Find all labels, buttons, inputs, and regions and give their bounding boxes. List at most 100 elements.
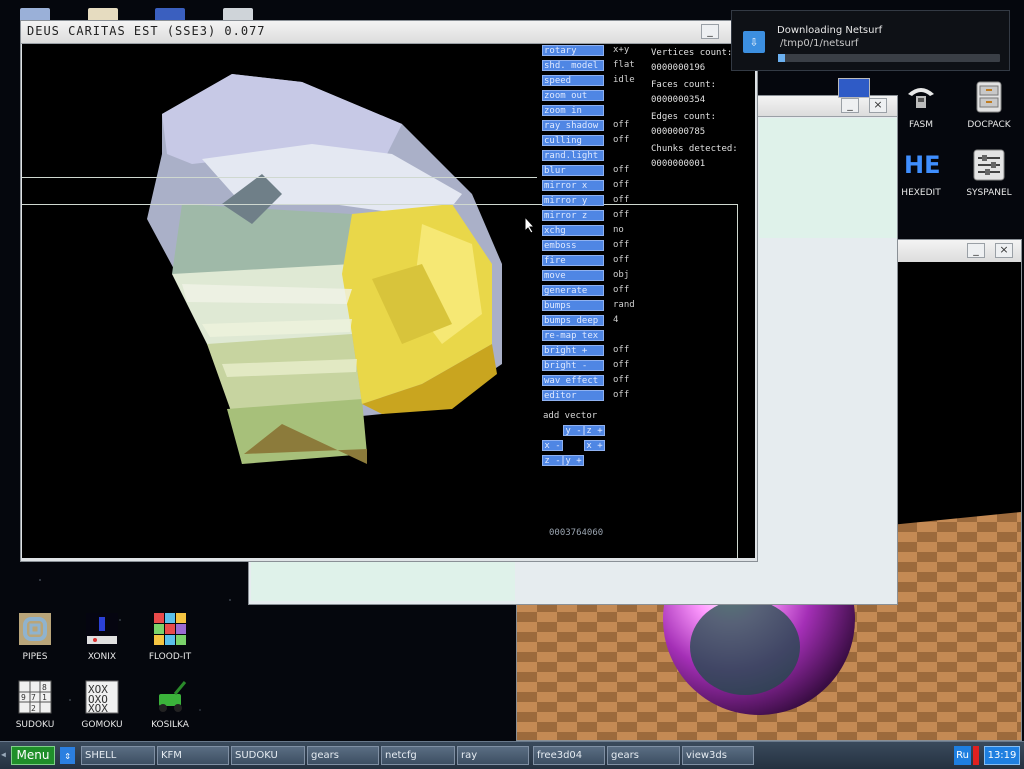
guide-line-2 [22,204,738,205]
menu-button-ray-shadow[interactable]: ray shadow [542,120,604,131]
taskbar-item[interactable]: ray [457,746,529,765]
gomoku-label: GOMOKU [81,720,123,730]
menu-button-zoom-in[interactable]: zoom in [542,105,604,116]
faces-label: Faces count: [651,80,717,90]
clock[interactable]: 13:19 [984,746,1020,765]
taskbar-scroll-left-icon[interactable]: ◀ [1,750,6,759]
menu-button-mirror-y[interactable]: mirror y [542,195,604,206]
edges-value: 0000000785 [651,127,706,137]
taskbar-item[interactable]: SUDOKU [231,746,305,765]
svg-text:1: 1 [42,693,47,702]
notification-title: Downloading Netsurf [777,25,883,36]
menu-button-bright[interactable]: bright + [542,345,604,356]
menu-value: flat [613,60,635,70]
download-notification[interactable]: ⇩ Downloading Netsurf /tmp0/1/netsurf [731,10,1010,71]
menu-button-editor[interactable]: editor [542,390,604,401]
vector-x-minus-button[interactable]: x - [542,440,563,451]
taskbar-item[interactable]: gears [307,746,379,765]
menu-button-move[interactable]: move [542,270,604,281]
menu-button-zoom-out[interactable]: zoom out [542,90,604,101]
menu-value: off [613,390,630,400]
taskbar-item[interactable]: KFM [157,746,229,765]
menu-button[interactable]: Menu [11,746,55,765]
floodit-icon [153,612,187,646]
xonix-icon [85,612,119,646]
bg-minimize-button[interactable]: _ [841,98,859,113]
svg-text:2: 2 [31,704,36,713]
desktop-icon-syspanel[interactable]: SYSPANEL [954,148,1024,198]
menu-value: off [613,210,630,220]
taskbar-item[interactable]: gears [607,746,680,765]
menu-button-bright[interactable]: bright - [542,360,604,371]
taskbar-item[interactable]: free3d04 [533,746,605,765]
menu-button-culling[interactable]: culling [542,135,604,146]
menu-value: off [613,255,630,265]
download-icon: ⇩ [743,31,765,53]
main-window-titlebar[interactable]: DEUS CARITAS EST (SSE3) 0.077 _ [21,21,757,44]
menu-button-speed[interactable]: speed [542,75,604,86]
gomoku-icon: XOX OXO XOX [85,680,119,715]
menu-button-mirror-z[interactable]: mirror z [542,210,604,221]
menu-value: rand [613,300,635,310]
taskbar-item[interactable]: netcfg [381,746,455,765]
menu-button-rotary[interactable]: rotary [542,45,604,56]
menu-button-fire[interactable]: fire [542,255,604,266]
language-indicator[interactable]: Ru [954,746,971,765]
vector-z-plus-button[interactable]: z + [584,425,605,436]
vector-z-minus-button[interactable]: z - [542,455,563,466]
menu-button-emboss[interactable]: emboss [542,240,604,251]
desktop-icon-kosilka[interactable]: KOSILKA [135,680,205,730]
desktop-icon-docpack[interactable]: DOCPACK [954,80,1024,130]
menu-button-rand-light[interactable]: rand.light [542,150,604,161]
svg-text:XOX: XOX [88,702,108,714]
vector-y-minus-button[interactable]: y - [563,425,584,436]
main-minimize-button[interactable]: _ [701,24,719,39]
vertices-value: 0000000196 [651,63,706,73]
menu-button-re-map-tex[interactable]: re-map tex [542,330,604,341]
desktop-icon-floodit[interactable]: FLOOD-IT [135,612,205,662]
menu-value: off [613,360,630,370]
taskbar-item[interactable]: SHELL [81,746,155,765]
menu-button-bumps-deep[interactable]: bumps deep [542,315,604,326]
frame-counter: 0003764060 [549,528,604,538]
kosilka-label: KOSILKA [151,720,189,730]
window-thumb-icon[interactable] [838,78,870,98]
menu-button-xchg[interactable]: xchg [542,225,604,236]
taskbar-item[interactable]: view3ds [682,746,754,765]
task-switch-icon[interactable]: ⇕ [60,747,75,764]
desktop-icon-fasm[interactable]: FASM [886,80,956,130]
background-window-content [759,118,897,238]
background-window-lower [251,561,515,601]
menu-button-mirror-x[interactable]: mirror x [542,180,604,191]
desktop-icon-xonix[interactable]: XONIX [67,612,137,662]
bg-close-button[interactable]: × [869,98,887,113]
sudoku-icon: 8 9712 [18,680,52,714]
main-window-title: DEUS CARITAS EST (SSE3) 0.077 [27,24,266,38]
desktop-icon-pipes[interactable]: PIPES [0,612,70,662]
menu-button-bumps[interactable]: bumps [542,300,604,311]
hexedit-icon: HE [904,151,941,179]
svg-text:7: 7 [31,693,36,702]
menu-value: off [613,285,630,295]
desktop-icon-gomoku[interactable]: XOX OXO XOX GOMOKU [67,680,137,730]
menu-value: x+y [613,45,630,55]
menu-button-blur[interactable]: blur [542,165,604,176]
chunks-value: 0000000001 [651,159,706,169]
vector-y-plus-button[interactable]: y + [563,455,584,466]
render-area[interactable]: Vertices count: 0000000196 Faces count: … [22,44,755,558]
menu-value: off [613,165,630,175]
pipes-icon [18,612,52,646]
menu-button-wav-effect[interactable]: wav effect [542,375,604,386]
ray-minimize-button[interactable]: _ [967,243,985,258]
fasm-icon [904,80,938,114]
floodit-label: FLOOD-IT [148,652,192,662]
menu-button-generate[interactable]: generate [542,285,604,296]
menu-button-shd-model[interactable]: shd. model [542,60,604,71]
desktop-icon-sudoku[interactable]: 8 9712 SUDOKU [0,680,70,730]
desktop-icon-hexedit[interactable]: HE HEXEDIT [886,148,956,198]
ray-close-button[interactable]: × [995,243,1013,258]
3d-object [147,74,502,464]
vector-x-plus-button[interactable]: x + [584,440,605,451]
vertices-label: Vertices count: [651,48,733,58]
docpack-label: DOCPACK [967,120,1011,130]
